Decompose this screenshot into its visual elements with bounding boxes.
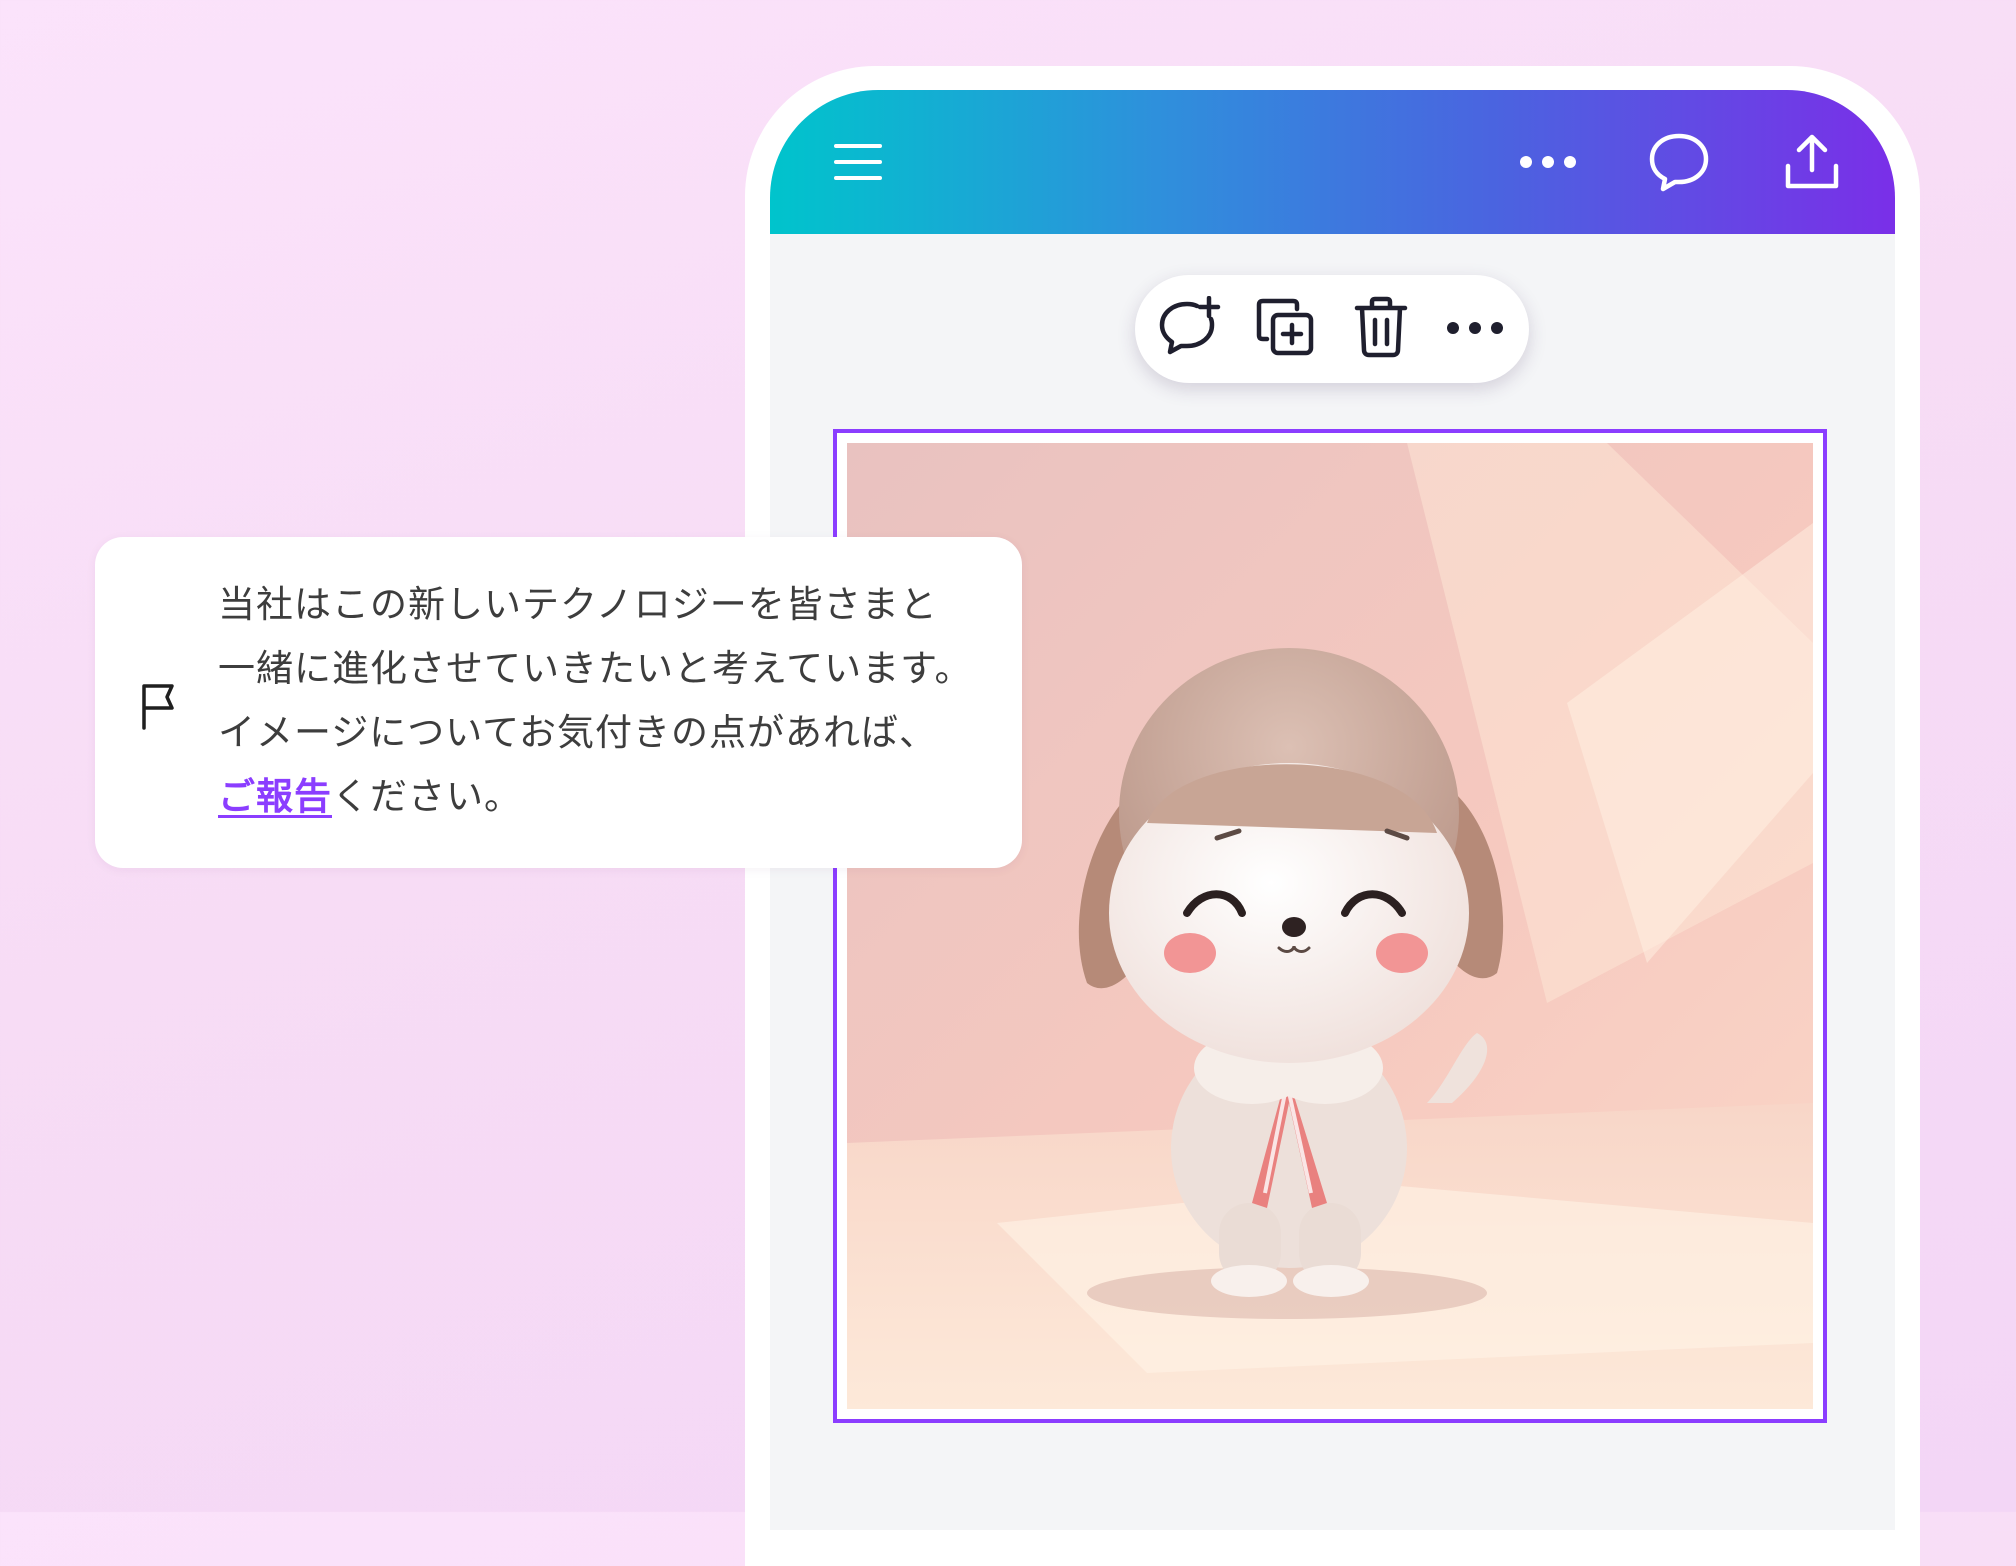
duplicate-button[interactable] [1249, 293, 1321, 365]
report-link[interactable]: ご報告 [218, 775, 332, 818]
add-comment-button[interactable] [1153, 293, 1225, 365]
flag-icon [139, 681, 177, 731]
more-actions-button[interactable] [1439, 293, 1511, 365]
trash-icon [1353, 296, 1409, 362]
hamburger-menu-icon [832, 140, 884, 184]
notice-line-2: 一緒に進化させていきたいと考えています。 [218, 647, 973, 690]
comment-bubble-icon [1648, 132, 1710, 192]
more-horizontal-icon [1446, 320, 1504, 339]
notice-text: 当社はこの新しいテクノロジーを皆さまと 一緒に進化させていきたいと考えています。… [218, 573, 998, 829]
more-options-button[interactable] [1512, 126, 1584, 198]
more-horizontal-icon [1518, 154, 1578, 170]
element-toolbar [1135, 275, 1529, 383]
share-upload-icon [1782, 132, 1842, 192]
notice-line-4: ご報告ください。 [218, 765, 998, 829]
comments-button[interactable] [1643, 126, 1715, 198]
share-button[interactable] [1776, 126, 1848, 198]
notice-line-4-suffix: ください。 [332, 775, 522, 818]
add-comment-icon [1157, 295, 1221, 362]
notice-line-1: 当社はこの新しいテクノロジーを皆さまと [218, 583, 938, 626]
report-notice-card: 当社はこの新しいテクノロジーを皆さまと 一緒に進化させていきたいと考えています。… [95, 537, 1022, 868]
menu-button[interactable] [822, 126, 894, 198]
delete-button[interactable] [1345, 293, 1417, 365]
duplicate-icon [1255, 297, 1315, 361]
notice-line-3: イメージについてお気付きの点があれば、 [218, 711, 938, 754]
app-header [770, 90, 1895, 234]
